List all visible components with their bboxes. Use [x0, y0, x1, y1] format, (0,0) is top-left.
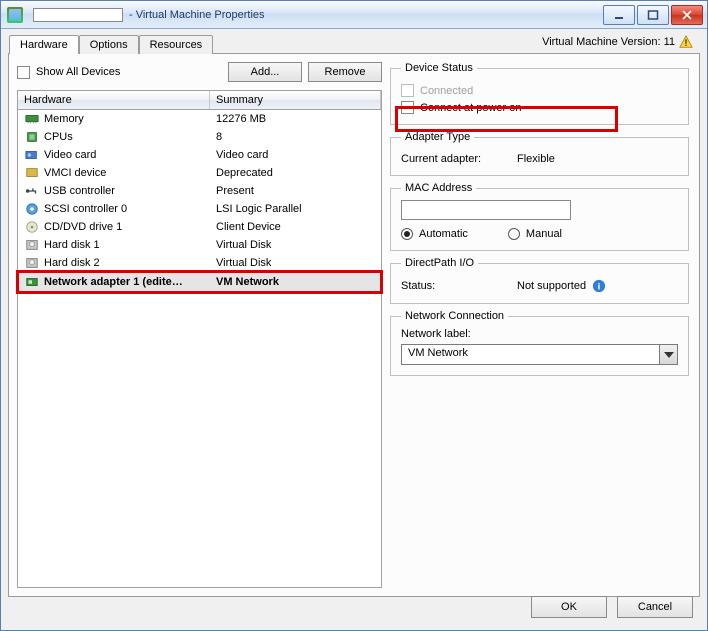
- table-row[interactable]: Memory 12276 MB: [18, 110, 381, 128]
- network-label-caption: Network label:: [401, 328, 678, 340]
- tab-options[interactable]: Options: [79, 35, 139, 54]
- video-icon: [24, 148, 40, 162]
- titlebar[interactable]: - Virtual Machine Properties: [1, 1, 707, 29]
- table-row[interactable]: Video card Video card: [18, 146, 381, 164]
- directpath-legend: DirectPath I/O: [401, 257, 478, 269]
- add-button[interactable]: Add...: [228, 62, 302, 82]
- device-summary: Present: [210, 184, 381, 198]
- device-name: SCSI controller 0: [44, 203, 127, 215]
- app-icon: [7, 7, 23, 23]
- vm-properties-window: - Virtual Machine Properties Hardware Op…: [0, 0, 708, 631]
- window-title: - Virtual Machine Properties: [129, 9, 265, 21]
- device-summary: Deprecated: [210, 166, 381, 180]
- maximize-button[interactable]: [637, 5, 669, 25]
- mac-auto-radio[interactable]: [401, 228, 413, 240]
- device-name: VMCI device: [44, 167, 106, 179]
- table-row[interactable]: SCSI controller 0 LSI Logic Parallel: [18, 200, 381, 218]
- adapter-type-group: Adapter Type Current adapter: Flexible: [390, 131, 689, 176]
- current-adapter-value: Flexible: [517, 153, 555, 165]
- cd-icon: [24, 220, 40, 234]
- network-label-combo[interactable]: VM Network: [401, 344, 678, 365]
- table-row[interactable]: Hard disk 2 Virtual Disk: [18, 254, 381, 272]
- device-name: Hard disk 2: [44, 257, 100, 269]
- warning-icon: [679, 35, 693, 49]
- connect-at-power-on-label: Connect at power on: [420, 102, 522, 114]
- device-name: USB controller: [44, 185, 115, 197]
- device-summary: Virtual Disk: [210, 256, 381, 270]
- device-name: CPUs: [44, 131, 73, 143]
- col-hardware[interactable]: Hardware: [18, 91, 210, 109]
- chevron-down-icon[interactable]: [659, 345, 677, 364]
- table-row[interactable]: Hard disk 1 Virtual Disk: [18, 236, 381, 254]
- device-name: Network adapter 1 (edite…: [44, 276, 183, 288]
- device-status-group: Device Status Connected Connect at power…: [390, 62, 689, 125]
- svg-text:i: i: [598, 282, 601, 293]
- current-adapter-label: Current adapter:: [401, 153, 511, 165]
- info-icon[interactable]: i: [592, 279, 606, 293]
- device-summary: 12276 MB: [210, 112, 381, 126]
- device-summary: VM Network: [210, 275, 381, 289]
- network-connection-group: Network Connection Network label: VM Net…: [390, 310, 689, 376]
- device-summary: Video card: [210, 148, 381, 162]
- remove-button[interactable]: Remove: [308, 62, 382, 82]
- tab-hardware[interactable]: Hardware: [9, 35, 79, 54]
- scsi-icon: [24, 202, 40, 216]
- directpath-status-value: Not supported: [517, 280, 586, 292]
- mac-address-group: MAC Address Automatic Manual: [390, 182, 689, 251]
- table-row[interactable]: CPUs 8: [18, 128, 381, 146]
- mac-auto-label: Automatic: [419, 228, 468, 240]
- connected-checkbox: [401, 84, 414, 97]
- close-button[interactable]: [671, 5, 703, 25]
- cancel-button[interactable]: Cancel: [617, 596, 693, 618]
- show-all-checkbox[interactable]: [17, 66, 30, 79]
- disk-icon: [24, 256, 40, 270]
- mac-address-legend: MAC Address: [401, 182, 476, 194]
- memory-icon: [24, 112, 40, 126]
- network-connection-legend: Network Connection: [401, 310, 508, 322]
- minimize-button[interactable]: [603, 5, 635, 25]
- network-label-value: VM Network: [402, 345, 659, 364]
- show-all-label: Show All Devices: [36, 66, 120, 78]
- device-name: Video card: [44, 149, 96, 161]
- connected-label: Connected: [420, 85, 473, 97]
- usb-icon: [24, 184, 40, 198]
- tab-strip: Hardware Options Resources Virtual Machi…: [5, 34, 703, 53]
- directpath-group: DirectPath I/O Status: Not supported i: [390, 257, 689, 304]
- vm-version: Virtual Machine Version: 11: [542, 35, 693, 49]
- col-summary[interactable]: Summary: [210, 91, 381, 109]
- device-name: Hard disk 1: [44, 239, 100, 251]
- mac-manual-radio[interactable]: [508, 228, 520, 240]
- device-summary: 8: [210, 130, 381, 144]
- adapter-type-legend: Adapter Type: [401, 131, 474, 143]
- device-summary: Virtual Disk: [210, 238, 381, 252]
- vm-version-label: Virtual Machine Version: 11: [542, 36, 675, 48]
- device-name: Memory: [44, 113, 84, 125]
- table-row[interactable]: Network adapter 1 (edite… VM Network: [18, 272, 381, 292]
- vm-name-redacted: [33, 8, 123, 22]
- hardware-table: Hardware Summary Memory 12276 MB CPUs 8 Vide…: [17, 90, 382, 588]
- table-row[interactable]: VMCI device Deprecated: [18, 164, 381, 182]
- directpath-status-label: Status:: [401, 280, 511, 292]
- mac-address-input[interactable]: [401, 200, 571, 220]
- table-header: Hardware Summary: [18, 91, 381, 110]
- mac-manual-label: Manual: [526, 228, 562, 240]
- device-summary: Client Device: [210, 220, 381, 234]
- device-name: CD/DVD drive 1: [44, 221, 122, 233]
- device-summary: LSI Logic Parallel: [210, 202, 381, 216]
- disk-icon: [24, 238, 40, 252]
- hardware-panel: Show All Devices Add... Remove Hardware …: [8, 53, 700, 597]
- ok-button[interactable]: OK: [531, 596, 607, 618]
- table-row[interactable]: CD/DVD drive 1 Client Device: [18, 218, 381, 236]
- nic-icon: [24, 275, 40, 289]
- tab-resources[interactable]: Resources: [139, 35, 214, 54]
- table-row[interactable]: USB controller Present: [18, 182, 381, 200]
- cpu-icon: [24, 130, 40, 144]
- vmci-icon: [24, 166, 40, 180]
- device-status-legend: Device Status: [401, 62, 477, 74]
- connect-at-power-on-checkbox[interactable]: [401, 101, 414, 114]
